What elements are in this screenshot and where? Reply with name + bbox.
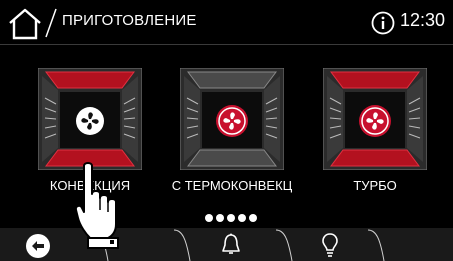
back-button[interactable] (25, 233, 51, 259)
page-title: ПРИГОТОВЛЕНИЕ (62, 12, 197, 29)
mode-label-thermoconvection: С ТЕРМОКОНВЕКЦ (171, 178, 293, 193)
mode-card-convection[interactable] (38, 68, 142, 170)
lightbulb-icon[interactable] (320, 232, 340, 258)
mode-card-thermoconvection[interactable] (180, 68, 284, 170)
fan-icon (216, 105, 248, 137)
page-dot[interactable] (216, 214, 224, 222)
header-divider-line (0, 44, 453, 45)
clock: 12:30 (400, 10, 446, 30)
fan-icon (359, 105, 391, 137)
header-divider (45, 8, 57, 38)
hand-pointer-icon (74, 162, 119, 249)
pagination-dots[interactable] (205, 214, 265, 224)
fan-icon (76, 107, 104, 135)
page-dot[interactable] (238, 214, 246, 222)
page-dot[interactable] (227, 214, 235, 222)
top-bar: ПРИГОТОВЛЕНИЕ 12:30 (0, 0, 453, 45)
info-icon[interactable] (371, 11, 395, 35)
bell-icon[interactable] (220, 232, 242, 258)
page-dot[interactable] (205, 214, 213, 222)
mode-label-turbo: ТУРБО (353, 178, 397, 193)
home-icon[interactable] (6, 7, 44, 41)
page-dot[interactable] (249, 214, 257, 222)
mode-card-turbo[interactable] (323, 68, 427, 170)
